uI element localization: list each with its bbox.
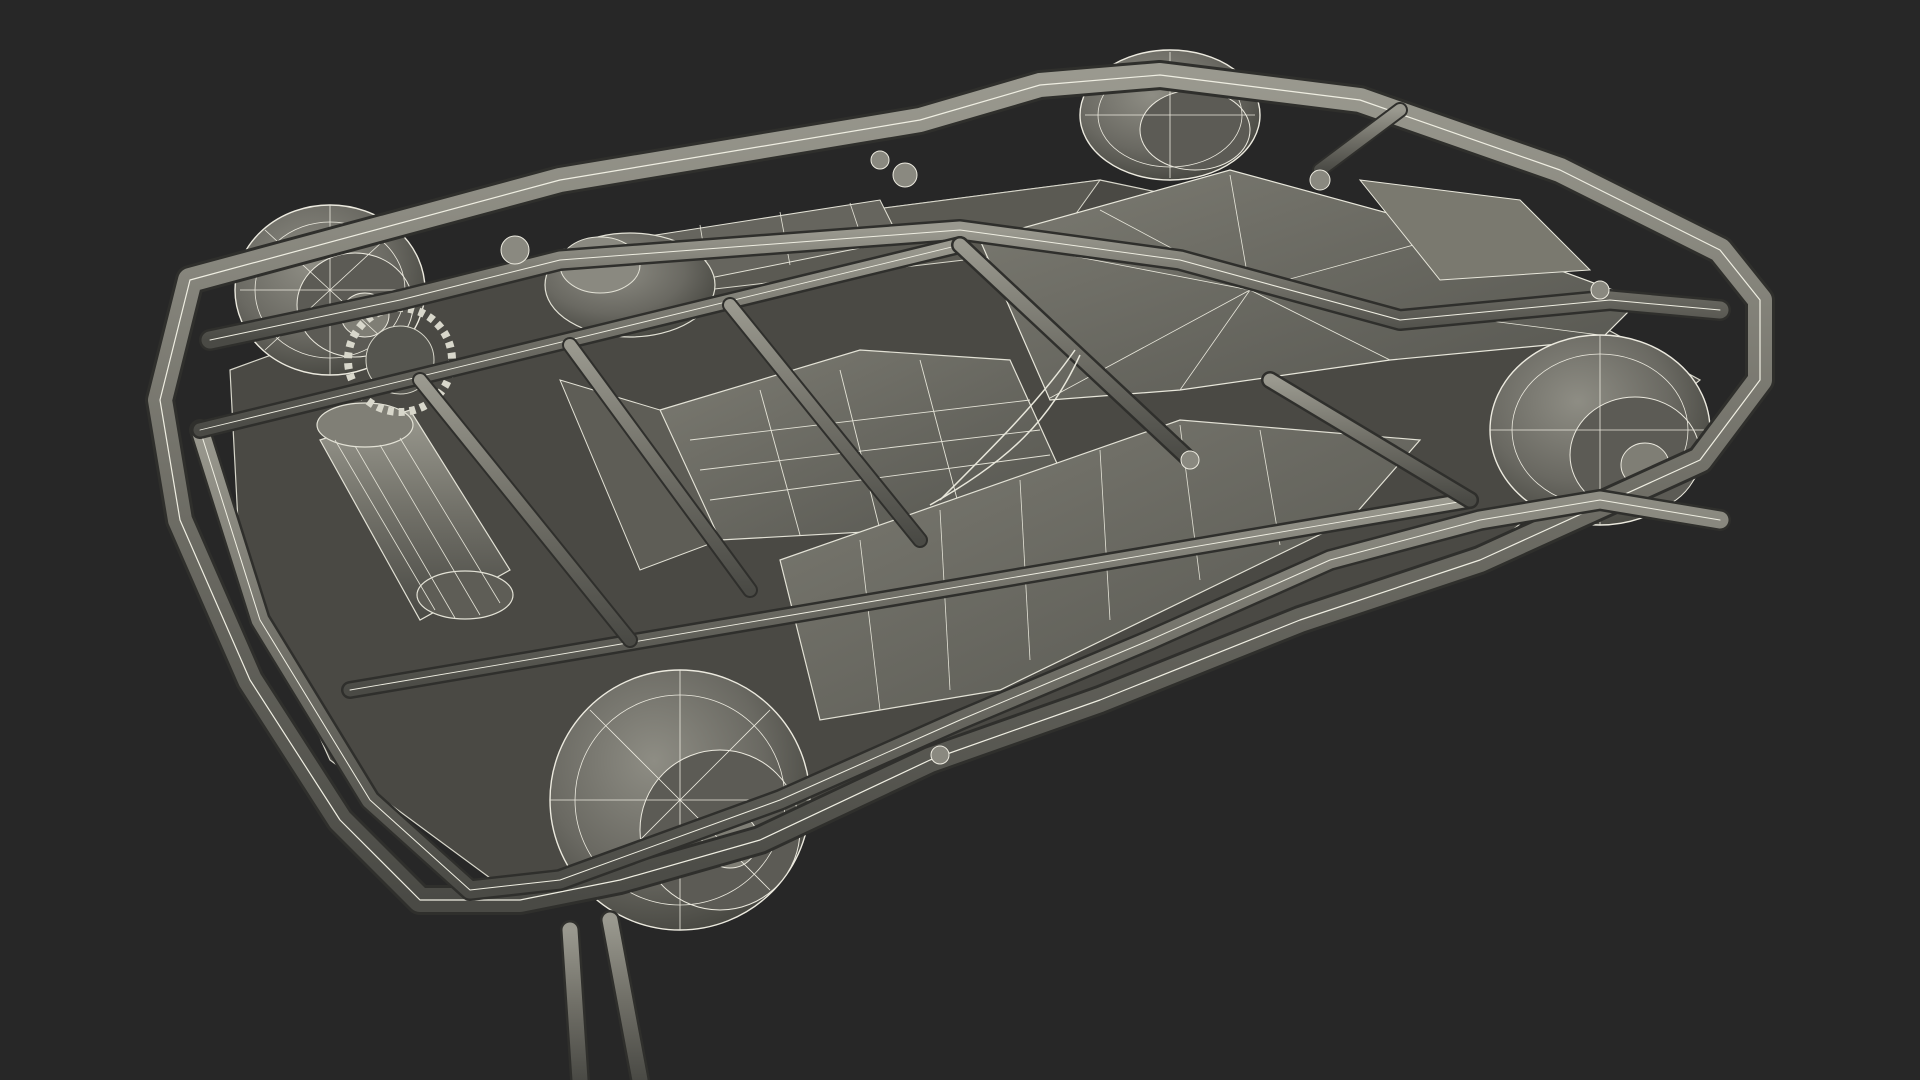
render-viewport — [0, 0, 1920, 1080]
support-legs — [560, 910, 650, 1080]
wireframe-model — [145, 49, 1775, 1080]
